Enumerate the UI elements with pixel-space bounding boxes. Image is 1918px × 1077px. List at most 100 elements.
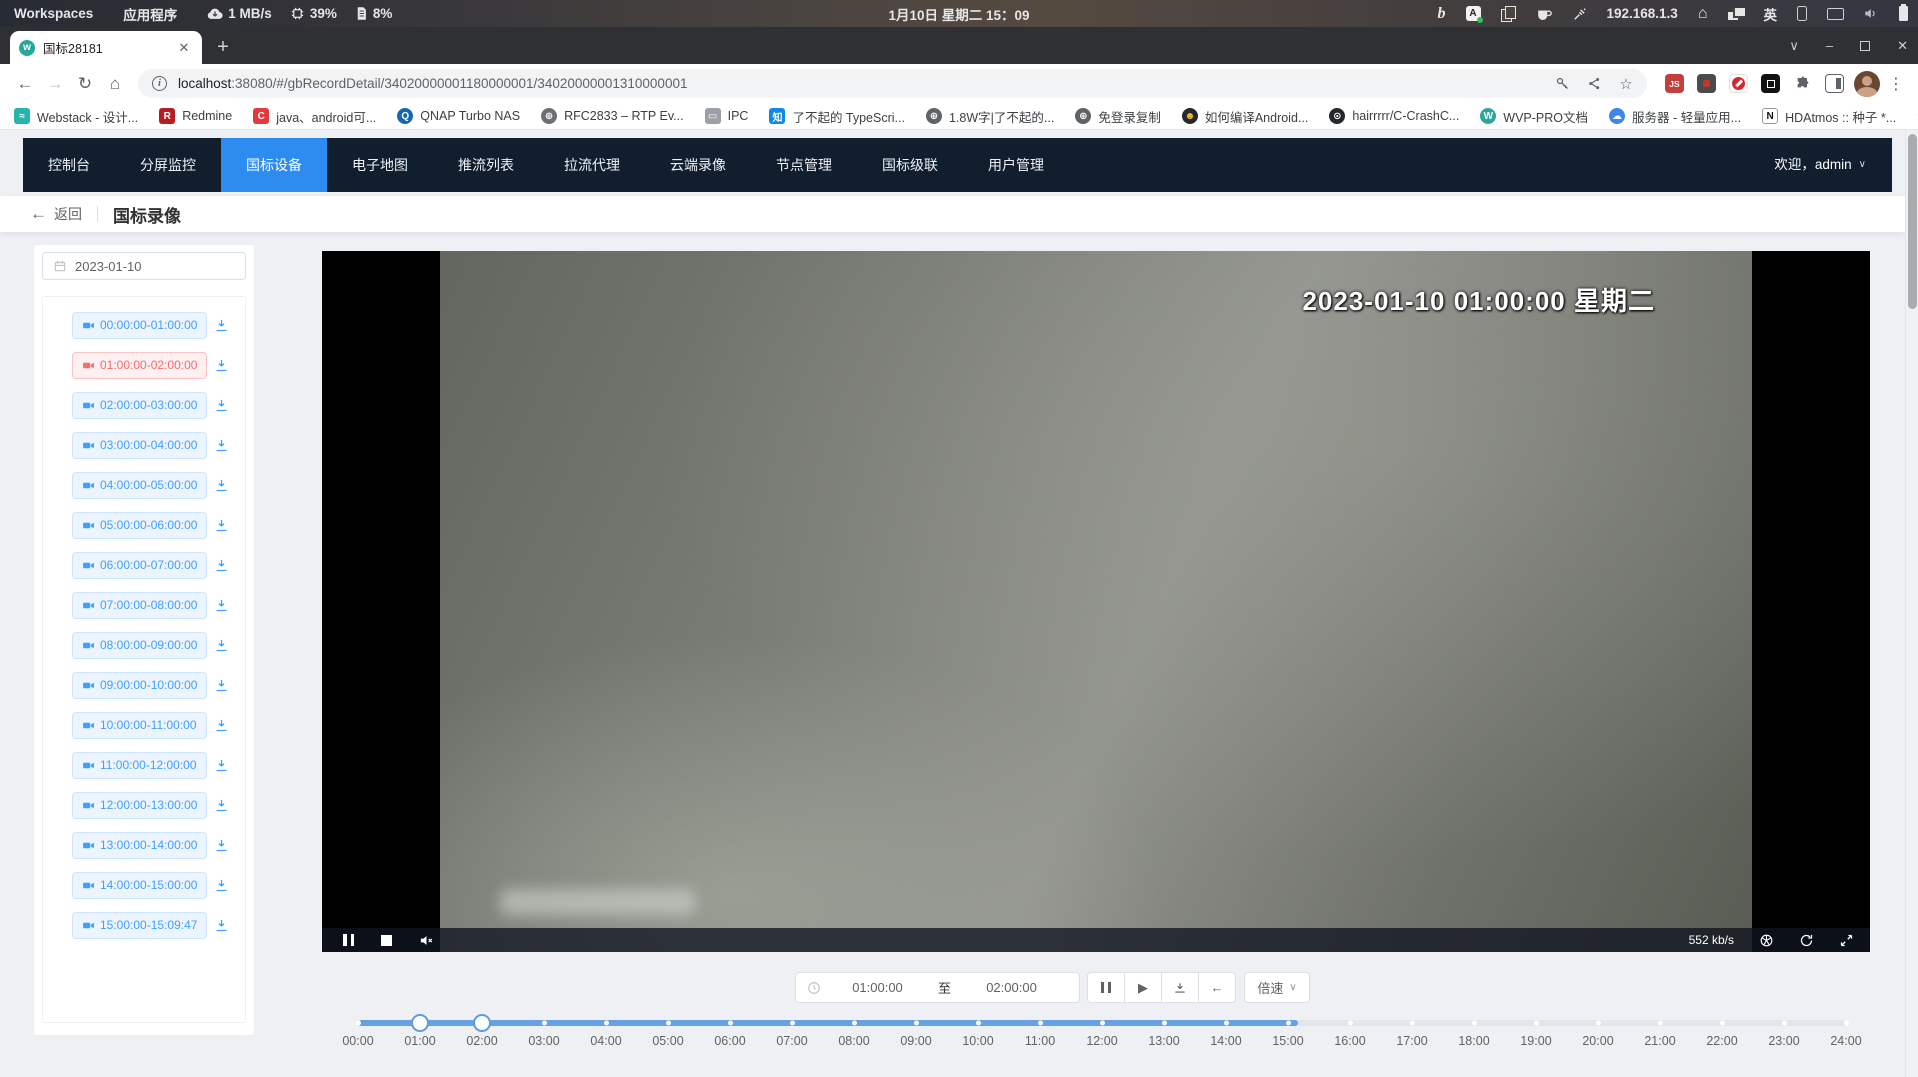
player-stop-icon[interactable]: [381, 935, 392, 946]
workspaces-button[interactable]: Workspaces: [14, 6, 93, 21]
segment-play-button[interactable]: 09:00:00-10:00:00: [72, 672, 207, 699]
segment-play-button[interactable]: 07:00:00-08:00:00: [72, 592, 207, 619]
segment-download-button[interactable]: [214, 718, 229, 733]
segment-download-button[interactable]: [214, 878, 229, 893]
segment-play-button[interactable]: 03:00:00-04:00:00: [72, 432, 207, 459]
segment-play-button[interactable]: 02:00:00-03:00:00: [72, 392, 207, 419]
display-icon[interactable]: [1827, 8, 1844, 20]
coffee-tray-icon[interactable]: [1536, 7, 1553, 21]
password-key-icon[interactable]: [1549, 71, 1575, 97]
applications-button[interactable]: 应用程序: [123, 4, 177, 24]
segment-download-button[interactable]: [214, 518, 229, 533]
segment-play-button[interactable]: 11:00:00-12:00:00: [72, 752, 207, 779]
bookmark-item[interactable]: RRedmine: [159, 108, 232, 124]
segment-download-button[interactable]: [214, 798, 229, 813]
segment-download-button[interactable]: [214, 918, 229, 933]
new-tab-button[interactable]: +: [209, 33, 237, 61]
url-text[interactable]: localhost:38080/#/gbRecordDetail/3402000…: [178, 76, 1541, 91]
scrollbar-thumb[interactable]: [1908, 134, 1917, 309]
extension-dark-icon[interactable]: [1761, 74, 1780, 93]
download-button[interactable]: [1161, 972, 1199, 1003]
nav-tab-3[interactable]: 电子地图: [327, 138, 433, 192]
start-time-input[interactable]: 01:00:00: [821, 980, 934, 995]
extension-js-icon[interactable]: JS: [1665, 74, 1684, 93]
segment-download-button[interactable]: [214, 478, 229, 493]
bookmark-item[interactable]: Cjava、android可...: [253, 107, 376, 126]
segment-download-button[interactable]: [214, 598, 229, 613]
segment-download-button[interactable]: [214, 678, 229, 693]
bookmark-item[interactable]: ⊕1.8W字|了不起的...: [926, 107, 1054, 126]
profile-avatar[interactable]: [1854, 71, 1880, 97]
bookmark-item[interactable]: ⊕免登录复制: [1075, 107, 1161, 126]
bookmark-item[interactable]: ⊕RFC2833 – RTP Ev...: [541, 108, 684, 124]
extension-blocker-icon[interactable]: [1729, 74, 1748, 93]
segment-download-button[interactable]: [214, 558, 229, 573]
pause-button[interactable]: [1087, 972, 1125, 1003]
timeline-handle[interactable]: [473, 1014, 491, 1032]
speed-dropdown[interactable]: 倍速 ∨: [1244, 972, 1310, 1003]
timeline-handle[interactable]: [411, 1014, 429, 1032]
nav-tab-8[interactable]: 国标级联: [857, 138, 963, 192]
tab-close-icon[interactable]: ✕: [175, 39, 193, 57]
nav-tab-2[interactable]: 国标设备: [221, 138, 327, 192]
segment-download-button[interactable]: [214, 398, 229, 413]
browser-tab[interactable]: w 国标28181 ✕: [10, 31, 202, 64]
nav-tab-4[interactable]: 推流列表: [433, 138, 539, 192]
segment-download-button[interactable]: [214, 758, 229, 773]
nav-tab-9[interactable]: 用户管理: [963, 138, 1069, 192]
clipboard-tray-icon[interactable]: [1501, 6, 1516, 21]
back-arrow-icon[interactable]: ←: [30, 204, 47, 224]
back-button[interactable]: 返回: [54, 204, 82, 224]
browser-reload-button[interactable]: ↻: [70, 69, 100, 99]
extension-box-icon[interactable]: [1697, 74, 1716, 93]
volume-icon[interactable]: [1864, 7, 1879, 20]
nav-tab-0[interactable]: 控制台: [23, 138, 115, 192]
time-range-picker[interactable]: 01:00:00 至 02:00:00: [795, 972, 1080, 1003]
bookmark-item[interactable]: 知了不起的 TypeScri...: [769, 107, 905, 126]
bookmark-item[interactable]: ☁服务器 - 轻量应用...: [1609, 107, 1741, 126]
browser-home-button[interactable]: ⌂: [100, 69, 130, 99]
segment-play-button[interactable]: 13:00:00-14:00:00: [72, 832, 207, 859]
nav-tab-6[interactable]: 云端录像: [645, 138, 751, 192]
segment-play-button[interactable]: 06:00:00-07:00:00: [72, 552, 207, 579]
segment-play-button[interactable]: 00:00:00-01:00:00: [72, 312, 207, 339]
nav-tab-7[interactable]: 节点管理: [751, 138, 857, 192]
bookmark-item[interactable]: ▭IPC: [705, 108, 749, 124]
player-refresh-icon[interactable]: [1799, 933, 1814, 948]
player-fullscreen-icon[interactable]: [1839, 933, 1854, 948]
translate-tray-icon[interactable]: A: [1466, 6, 1481, 21]
bing-tray-icon[interactable]: b: [1438, 5, 1446, 23]
play-button[interactable]: ▶: [1124, 972, 1162, 1003]
pipette-tray-icon[interactable]: [1573, 7, 1587, 21]
segment-download-button[interactable]: [214, 438, 229, 453]
segment-play-button[interactable]: 14:00:00-15:00:00: [72, 872, 207, 899]
page-scrollbar[interactable]: [1905, 130, 1918, 1077]
bookmark-item[interactable]: ≈Webstack - 设计...: [14, 107, 138, 126]
bookmark-item[interactable]: ☻如何编译Android...: [1182, 107, 1309, 126]
tab-search-icon[interactable]: ∨: [1789, 38, 1799, 54]
ip-address[interactable]: 192.168.1.3: [1607, 6, 1678, 21]
window-restore-button[interactable]: [1860, 41, 1870, 51]
bookmark-item[interactable]: ⊙hairrrrr/C-CrashC...: [1329, 108, 1459, 124]
address-bar[interactable]: i localhost:38080/#/gbRecordDetail/34020…: [138, 69, 1647, 98]
video-player[interactable]: 2023-01-10 01:00:00 星期二 552 kb/s: [322, 251, 1870, 952]
segment-download-button[interactable]: [214, 838, 229, 853]
player-pause-icon[interactable]: [343, 934, 354, 946]
keyboard-language[interactable]: 英: [1764, 4, 1778, 24]
windows-tray-icon[interactable]: [1728, 7, 1744, 21]
segment-play-button[interactable]: 05:00:00-06:00:00: [72, 512, 207, 539]
bookmark-item[interactable]: QQNAP Turbo NAS: [397, 108, 520, 124]
nav-tab-5[interactable]: 拉流代理: [539, 138, 645, 192]
phone-rotate-icon[interactable]: [1797, 6, 1807, 21]
home-tray-icon[interactable]: ⌂: [1698, 5, 1708, 23]
bookmark-item[interactable]: WWVP-PRO文档: [1480, 107, 1588, 126]
timeline-track[interactable]: [358, 1020, 1846, 1026]
window-close-button[interactable]: ✕: [1897, 38, 1908, 54]
side-panel-icon[interactable]: [1825, 74, 1844, 93]
site-info-icon[interactable]: i: [152, 76, 167, 91]
segment-download-button[interactable]: [214, 638, 229, 653]
bookmark-item[interactable]: NHDAtmos :: 种子 *...: [1762, 107, 1896, 126]
date-picker-input[interactable]: 2023-01-10: [42, 252, 246, 280]
player-mute-icon[interactable]: [419, 933, 434, 948]
bookmark-star-icon[interactable]: ☆: [1613, 71, 1639, 97]
